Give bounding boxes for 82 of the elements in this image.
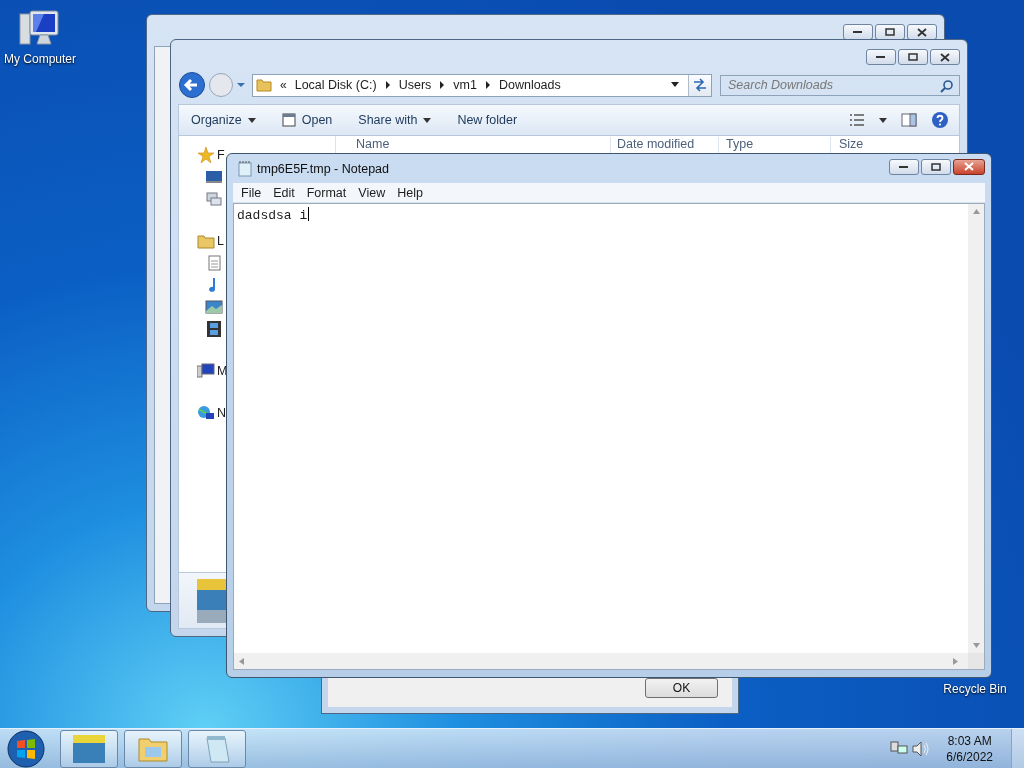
window-icon — [281, 113, 296, 127]
close-icon — [917, 27, 927, 37]
help-icon[interactable] — [931, 111, 949, 129]
taskbar-app-button[interactable] — [124, 729, 182, 768]
breadcrumb-arrow-icon[interactable] — [439, 81, 446, 89]
desktop-icon-label[interactable]: Recycle Bin — [943, 682, 1007, 696]
breadcrumb-item[interactable]: Users — [398, 78, 432, 92]
maximize-icon — [908, 53, 918, 61]
window-title: tmp6E5F.tmp - Notepad — [257, 161, 389, 176]
maximize-icon — [885, 28, 895, 36]
breadcrumb-item[interactable]: Downloads — [498, 78, 561, 92]
caret-icon[interactable] — [879, 117, 887, 123]
overflow-chevron[interactable]: « — [280, 78, 287, 92]
taskbar-app-button[interactable] — [60, 729, 118, 768]
maximize-button[interactable] — [875, 24, 905, 40]
text-area[interactable]: dadsdsa i — [233, 203, 985, 670]
places-icon[interactable] — [205, 191, 223, 207]
menu-item[interactable]: Edit — [267, 185, 301, 200]
video-icon[interactable] — [205, 321, 223, 337]
breadcrumb-arrow-icon[interactable] — [484, 81, 491, 89]
caret-icon — [423, 117, 432, 123]
text-cursor — [308, 207, 310, 221]
photo-placeholder — [73, 734, 105, 763]
minimize-button[interactable] — [866, 49, 896, 65]
volume-icon[interactable] — [912, 740, 931, 757]
close-button[interactable] — [907, 24, 937, 40]
toolbar-button[interactable]: New folder — [451, 110, 524, 130]
clock-time[interactable]: 8:03 AM — [947, 732, 992, 749]
notepad-icon — [203, 733, 231, 764]
document-text: dadsdsa i — [237, 208, 308, 223]
back-button[interactable] — [178, 71, 206, 99]
search-icon — [940, 78, 954, 93]
address-bar[interactable]: « Local Disk (C:) Users vm1 Downloads — [252, 73, 712, 97]
taskbar-app-button[interactable] — [188, 729, 246, 768]
close-button[interactable] — [953, 158, 985, 175]
toolbar-button[interactable]: Share with — [352, 110, 438, 130]
scrollbar-corner — [968, 653, 984, 669]
refresh-button[interactable] — [688, 74, 711, 96]
view-list-icon[interactable] — [849, 114, 865, 126]
menu-item[interactable]: File — [235, 185, 268, 200]
dropdown-icon[interactable] — [670, 82, 680, 88]
nav-item-label[interactable]: M — [217, 364, 228, 378]
minimize-button[interactable] — [843, 24, 873, 40]
preview-pane-icon[interactable] — [901, 113, 917, 127]
maximize-button[interactable] — [898, 49, 928, 65]
close-icon — [964, 162, 974, 171]
nav-item-label[interactable]: L — [217, 234, 224, 248]
notepad-icon — [238, 160, 252, 177]
clock-date[interactable]: 6/6/2022 — [946, 748, 993, 765]
search-field[interactable]: Search Downloads — [720, 74, 960, 96]
column-header[interactable]: Size — [831, 137, 959, 153]
history-dropdown-icon[interactable] — [236, 81, 246, 89]
computer-icon[interactable] — [197, 363, 215, 379]
maximize-icon — [931, 162, 941, 171]
minimize-icon — [853, 30, 863, 34]
nav-item-label[interactable]: F — [217, 148, 225, 162]
breadcrumb-item[interactable]: vm1 — [453, 78, 477, 92]
close-icon — [940, 52, 950, 62]
star-icon[interactable] — [197, 147, 215, 163]
network-icon[interactable] — [890, 740, 909, 757]
close-button[interactable] — [930, 49, 960, 65]
ok-button[interactable]: OK — [645, 678, 718, 698]
breadcrumb-arrow-icon[interactable] — [384, 81, 391, 89]
maximize-button[interactable] — [921, 158, 951, 175]
toolbar-button[interactable]: Organize — [185, 110, 262, 130]
menu-item[interactable]: View — [352, 185, 392, 200]
desktop-icon[interactable] — [205, 169, 223, 185]
folder-icon — [256, 77, 272, 93]
nav-item-label[interactable]: N — [217, 406, 227, 420]
minimize-button[interactable] — [889, 158, 919, 175]
network-icon[interactable] — [197, 405, 215, 421]
caret-icon — [247, 117, 256, 123]
breadcrumb-item[interactable]: Local Disk (C:) — [294, 78, 377, 92]
menu-item[interactable]: Help — [391, 185, 429, 200]
toolbar-button[interactable]: Open — [275, 110, 339, 130]
photo-placeholder — [197, 578, 229, 623]
start-button[interactable] — [6, 728, 46, 768]
minimize-icon — [876, 55, 886, 59]
menu-item[interactable]: Format — [300, 185, 353, 200]
desktop-icon-label[interactable]: My Computer — [4, 52, 76, 66]
refresh-icon — [692, 78, 708, 92]
pictures-icon[interactable] — [205, 299, 223, 315]
